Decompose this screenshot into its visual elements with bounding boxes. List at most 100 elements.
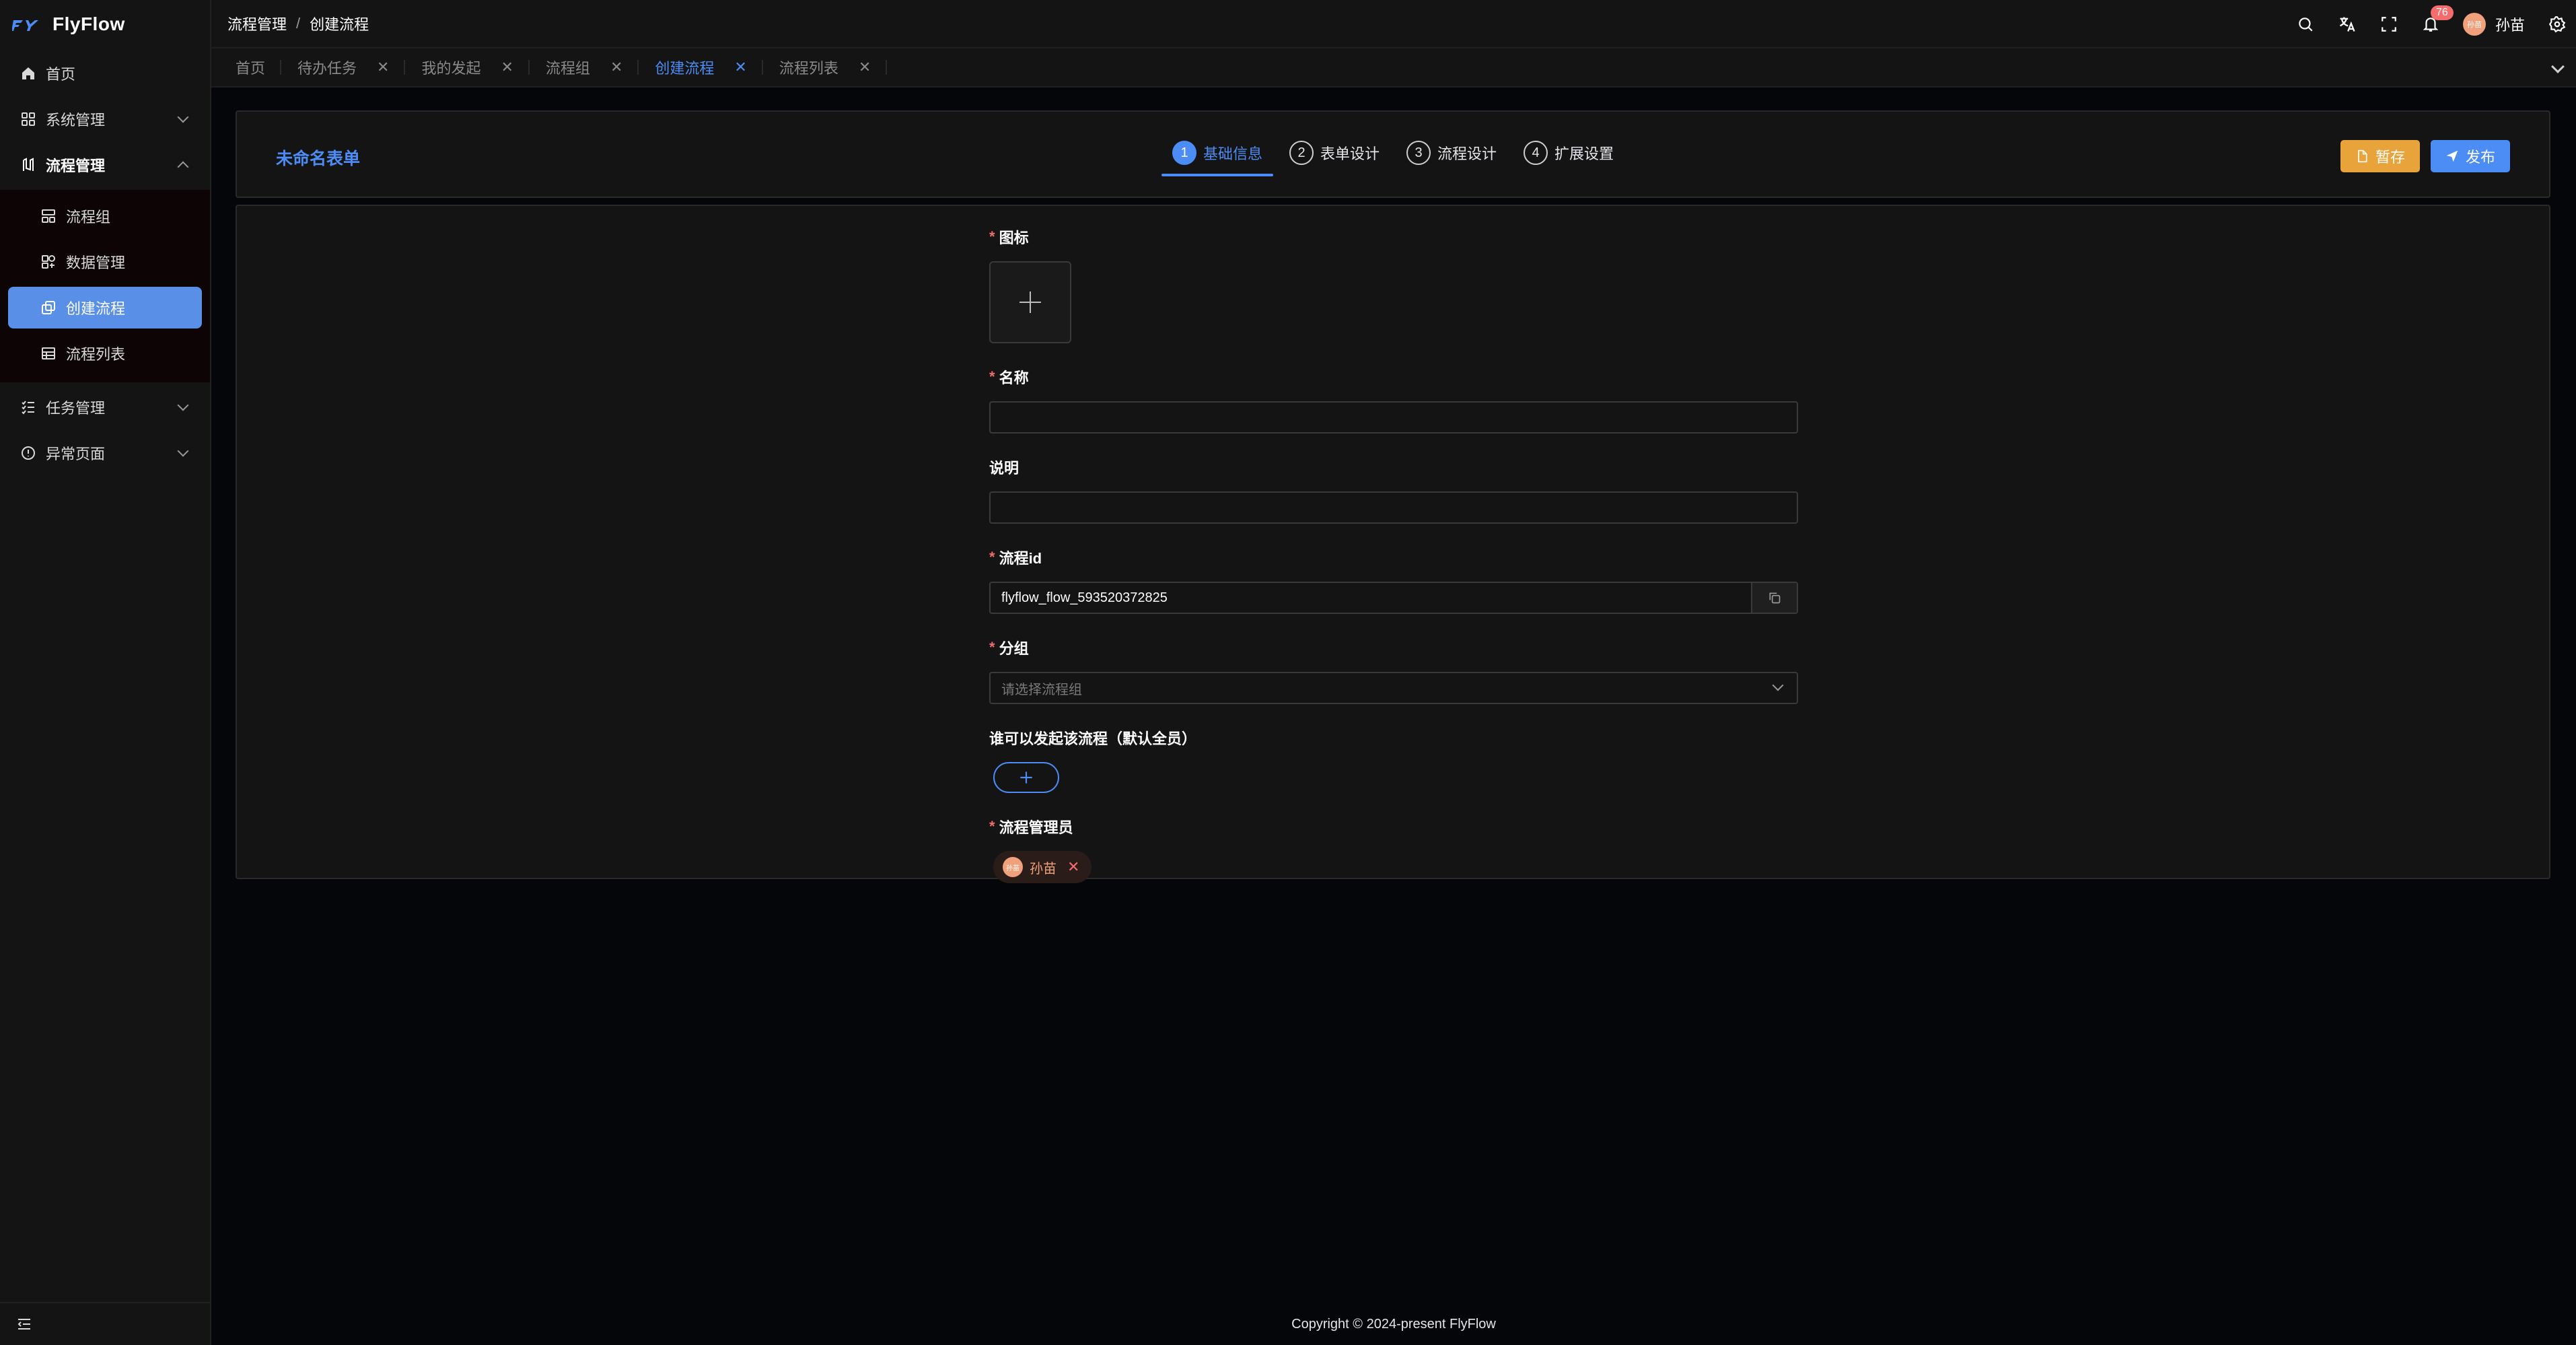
group-select[interactable]: 请选择流程组 (989, 672, 1798, 704)
step-basic-info[interactable]: 1 基础信息 (1161, 139, 1274, 176)
menu-fold-icon (17, 1319, 30, 1330)
description-label: 说明 (989, 460, 1019, 477)
sidebar-item-label: 流程列表 (66, 346, 126, 363)
search-button[interactable] (2296, 15, 2315, 34)
translate-icon (2339, 17, 2355, 32)
close-icon[interactable]: ✕ (377, 59, 389, 76)
starter-label: 谁可以发起该流程（默认全员） (989, 730, 1197, 747)
field-label: * 名称 (989, 366, 1798, 388)
sidebar-item-home[interactable]: 首页 (8, 53, 202, 94)
sidebar-item-system[interactable]: 系统管理 (8, 98, 202, 140)
step-number: 3 (1406, 141, 1431, 165)
tabs-bar: 首页 待办任务 ✕ 我的发起 ✕ 流程组 ✕ 创建流程 ✕ 流程列表 ✕ (211, 48, 2576, 88)
sidebar-item-flow-group[interactable]: 流程组 (8, 195, 202, 237)
group-label: 分组 (999, 640, 1029, 657)
tab-label: 流程组 (545, 60, 590, 77)
field-label: * 分组 (989, 637, 1798, 658)
settings-button[interactable] (2548, 15, 2567, 34)
main-content: 未命名表单 1 基础信息 2 表单设计 3 流程设计 4 扩展设置 暂存 发布 … (211, 88, 2576, 1345)
chevron-down-icon (177, 445, 189, 457)
notification-button[interactable]: 76 (2421, 5, 2454, 34)
tab-flow-list[interactable]: 流程列表 ✕ (763, 48, 888, 87)
tab-create-flow[interactable]: 创建流程 ✕ (639, 48, 764, 87)
icon-field: * 图标 (989, 226, 1798, 343)
gear-icon (2548, 16, 2566, 33)
description-input[interactable] (989, 491, 1798, 524)
field-label: * 图标 (989, 226, 1798, 248)
field-label: 说明 (989, 456, 1798, 478)
flow-id-input[interactable]: flyflow_flow_593520372825 (989, 582, 1752, 614)
sidebar-item-flow-list[interactable]: 流程列表 (8, 333, 202, 374)
sidebar-item-label: 异常页面 (46, 446, 106, 462)
search-icon (2299, 18, 2313, 32)
flyflow-logo-icon (12, 20, 38, 31)
description-field: 说明 (989, 456, 1798, 524)
user-name: 孙苗 (2495, 17, 2525, 34)
user-menu[interactable]: 孙苗 孙苗 (2462, 13, 2525, 36)
tab-label: 流程列表 (779, 60, 838, 77)
tab-flow-group[interactable]: 流程组 ✕ (530, 48, 639, 87)
fullscreen-button[interactable] (2380, 15, 2398, 34)
sidebar-item-flow[interactable]: 流程管理 (8, 144, 202, 186)
sidebar-item-label: 数据管理 (66, 254, 126, 271)
copy-button[interactable] (1752, 582, 1798, 614)
close-icon[interactable]: ✕ (734, 59, 746, 76)
create-icon (42, 301, 55, 314)
add-starter-button[interactable] (993, 762, 1059, 793)
icon-upload-button[interactable] (989, 261, 1071, 343)
basic-info-form: * 图标 * 名称 说明 * 流程id flyflow_flow_5935203728… (989, 226, 1798, 906)
breadcrumb: 流程管理 / 创建流程 (227, 13, 369, 34)
step-label: 流程设计 (1437, 145, 1497, 162)
form-title[interactable]: 未命名表单 (276, 145, 360, 170)
field-label: * 流程管理员 (989, 816, 1798, 837)
close-icon[interactable]: ✕ (1067, 858, 1079, 876)
save-draft-button[interactable]: 暂存 (2340, 140, 2420, 172)
document-icon (2358, 149, 2367, 163)
flow-id-field: * 流程id flyflow_flow_593520372825 (989, 547, 1798, 614)
collapse-sidebar-button[interactable] (0, 1302, 210, 1345)
step-extended-settings[interactable]: 4 扩展设置 (1524, 139, 1614, 167)
app-logo[interactable]: FlyFlow (0, 0, 210, 48)
breadcrumb-item[interactable]: 流程管理 (227, 13, 287, 34)
tab-my-started[interactable]: 我的发起 ✕ (405, 48, 530, 87)
toolbar-actions: 暂存 发布 (2340, 140, 2510, 172)
admin-user-name: 孙苗 (1030, 861, 1057, 876)
chevron-up-icon (177, 161, 189, 173)
close-icon[interactable]: ✕ (610, 59, 622, 76)
tab-home[interactable]: 首页 (219, 48, 282, 87)
sidebar-item-label: 任务管理 (46, 400, 106, 417)
sidebar-item-label: 首页 (46, 66, 76, 83)
sidebar-item-data[interactable]: 数据管理 (8, 241, 202, 283)
step-number: 4 (1524, 141, 1548, 165)
starter-field: 谁可以发起该流程（默认全员） (989, 727, 1798, 793)
sidebar-item-create-flow[interactable]: 创建流程 (8, 287, 202, 329)
close-icon[interactable]: ✕ (859, 59, 871, 76)
chevron-down-icon (177, 111, 189, 123)
step-form-design[interactable]: 2 表单设计 (1289, 139, 1380, 167)
chevron-down-icon[interactable] (2551, 60, 2565, 73)
step-flow-design[interactable]: 3 流程设计 (1406, 139, 1497, 167)
sidebar-item-exception[interactable]: 异常页面 (8, 432, 202, 474)
send-icon (2446, 150, 2458, 162)
data-icon (42, 255, 55, 269)
close-icon[interactable]: ✕ (501, 59, 513, 76)
sidebar-item-task[interactable]: 任务管理 (8, 386, 202, 428)
required-mark: * (989, 228, 995, 245)
publish-button[interactable]: 发布 (2430, 140, 2510, 172)
group-field: * 分组 请选择流程组 (989, 637, 1798, 704)
admin-user-tag: 孙苗 孙苗 ✕ (993, 851, 1092, 883)
avatar: 孙苗 (2462, 13, 2486, 36)
sidebar-item-label: 创建流程 (66, 300, 126, 317)
required-mark: * (989, 368, 995, 385)
group-icon (42, 209, 55, 223)
tab-label: 创建流程 (655, 60, 715, 77)
tab-label: 待办任务 (297, 60, 357, 77)
tab-todo[interactable]: 待办任务 ✕ (281, 48, 406, 87)
list-check-icon (22, 401, 34, 415)
required-mark: * (989, 818, 995, 835)
step-number: 2 (1289, 141, 1314, 165)
name-input[interactable] (989, 401, 1798, 434)
language-button[interactable] (2338, 15, 2357, 34)
group-select-placeholder: 请选择流程组 (989, 672, 1798, 704)
copy-icon (1769, 592, 1781, 604)
